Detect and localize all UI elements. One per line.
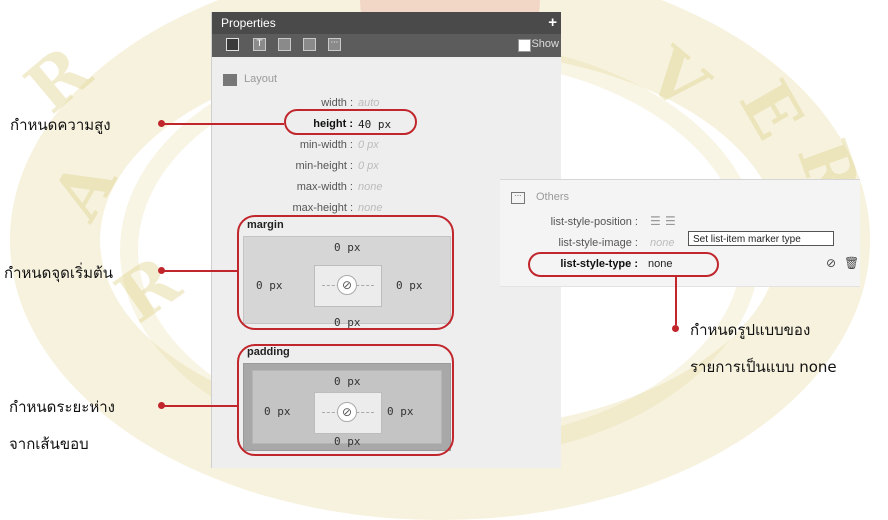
layout-icon[interactable]: [226, 38, 239, 51]
prop-max-height-label: max-height :: [292, 202, 353, 214]
prop-max-width-label: max-width :: [296, 181, 353, 193]
border-icon[interactable]: [303, 38, 316, 51]
annotation-list-type-line2: รายการเป็นแบบ none: [690, 358, 837, 376]
plus-icon[interactable]: +: [548, 12, 557, 34]
layout-icon: [223, 74, 237, 86]
prop-list-style-position-label: list-style-position :: [550, 216, 638, 228]
tooltip: Set list-item marker type: [688, 231, 834, 246]
padding-highlight: [237, 344, 454, 456]
annotation-line: [675, 277, 677, 325]
prop-width-value[interactable]: auto: [358, 97, 379, 109]
annotation-line: [163, 123, 284, 125]
annotation-dot: [672, 325, 679, 332]
prop-max-height-value[interactable]: none: [358, 202, 382, 214]
annotation-list-type-line1: กำหนดรูปแบบของ: [690, 321, 811, 339]
panel-header: Properties +: [212, 12, 561, 34]
annotation-padding-line1: กำหนดระยะห่าง: [9, 398, 115, 416]
clear-icon[interactable]: ⊘: [826, 256, 836, 270]
others-section-title: Others: [536, 191, 570, 203]
prop-width-label: width :: [321, 97, 353, 109]
height-highlight: [284, 109, 417, 135]
list-position-outside-icon[interactable]: ☰: [650, 214, 661, 228]
others-icon[interactable]: ···: [328, 38, 341, 51]
show-label: Show: [531, 38, 559, 50]
prop-list-style-image-label: list-style-image :: [558, 237, 638, 249]
show-checkbox[interactable]: [518, 39, 531, 52]
annotation-line: [163, 405, 237, 407]
prop-min-width-label: min-width :: [299, 139, 353, 151]
annotation-height: กำหนดความสูง: [10, 116, 111, 134]
panel-toolbar: T ··· Show: [212, 34, 561, 57]
prop-min-width-value[interactable]: 0 px: [358, 139, 379, 151]
annotation-margin: กำหนดจุดเริ่มต้น: [4, 264, 113, 282]
prop-min-height-label: min-height :: [295, 160, 353, 172]
others-icon: ···: [511, 192, 525, 204]
prop-list-style-image-value[interactable]: none: [650, 237, 674, 249]
list-position-inside-icon[interactable]: ☰: [665, 214, 676, 228]
prop-max-width-value[interactable]: none: [358, 181, 382, 193]
list-style-type-highlight: [528, 252, 719, 277]
prop-min-height-value[interactable]: 0 px: [358, 160, 379, 172]
delete-icon[interactable]: 🗑: [844, 256, 859, 270]
annotation-line: [163, 270, 237, 272]
panel-title: Properties: [221, 16, 276, 30]
annotation-padding-line2: จากเส้นขอบ: [9, 435, 89, 453]
layout-section-title: Layout: [244, 73, 278, 85]
text-icon[interactable]: T: [253, 38, 266, 51]
margin-highlight: [237, 215, 454, 330]
background-icon[interactable]: [278, 38, 291, 51]
